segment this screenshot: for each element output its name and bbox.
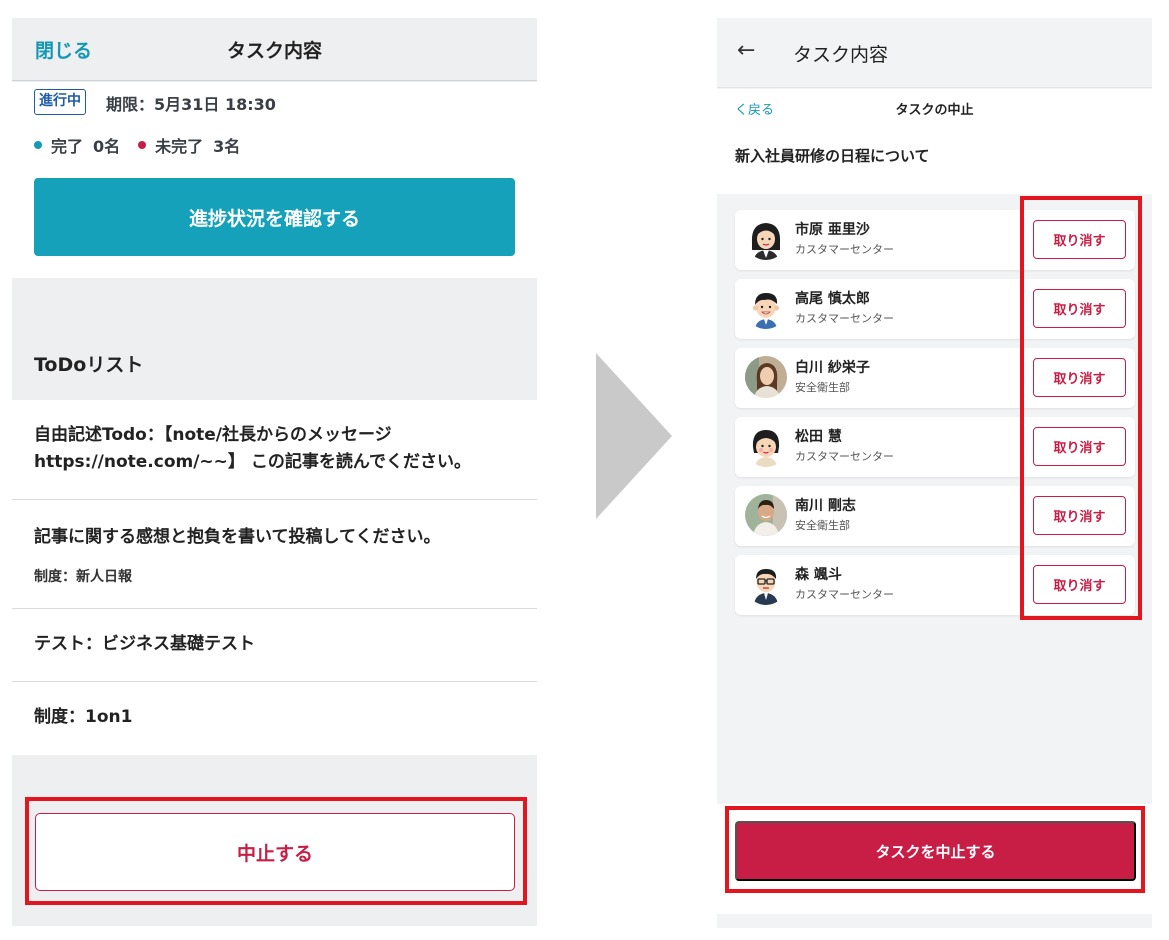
stop-button[interactable]: 中止する <box>35 813 515 891</box>
todo-item[interactable]: テスト：ビジネス基礎テスト <box>12 609 537 682</box>
undone-count: 3名 <box>213 137 241 156</box>
member-name: 松田 慧 <box>795 429 842 445</box>
undone-dot-icon <box>138 141 147 149</box>
back-arrow-icon[interactable]: ← <box>737 38 755 63</box>
member-card: 森 颯斗 カスタマーセンター 取り消す <box>735 555 1135 615</box>
woman-short-avatar-icon <box>745 425 787 467</box>
member-dept: 安全衛生部 <box>795 519 850 532</box>
member-dept: カスタマーセンター <box>795 243 894 256</box>
task-detail-screen: 閉じる タスク内容 進行中 期限：5月31日 18:30 完了 0名 未完了 3… <box>12 18 537 926</box>
back-link[interactable]: く戻る <box>735 99 774 118</box>
page-title: タスク内容 <box>226 40 322 62</box>
sub-header: タスクの中止 く戻る 新入社員研修の日程について <box>717 89 1152 194</box>
todo-section-header: ToDoリスト <box>12 280 537 400</box>
member-name: 南川 剛志 <box>795 498 856 514</box>
stop-task-button[interactable]: タスクを中止する <box>735 821 1136 881</box>
undo-button[interactable]: 取り消す <box>1033 496 1126 535</box>
woman-photo-avatar-icon <box>745 356 787 398</box>
todo-text: 自由記述Todo：【note/社長からのメッセージ <box>34 425 392 445</box>
man-photo-avatar-icon <box>745 494 787 536</box>
bottom-bar: タスクを中止する <box>717 804 1152 914</box>
header-bar: ← タスク内容 <box>717 18 1152 88</box>
man-glasses-avatar-icon <box>745 563 787 605</box>
todo-text: 制度：1on1 <box>34 707 133 727</box>
sub-title: タスクの中止 <box>895 103 974 118</box>
undo-button[interactable]: 取り消す <box>1033 289 1126 328</box>
todo-text: テスト：ビジネス基礎テスト <box>34 634 255 654</box>
member-card: 高尾 慎太郎 カスタマーセンター 取り消す <box>735 279 1135 339</box>
member-dept: 安全衛生部 <box>795 381 850 394</box>
member-name: 高尾 慎太郎 <box>795 291 870 307</box>
member-card: 南川 剛志 安全衛生部 取り消す <box>735 486 1135 546</box>
done-dot-icon <box>34 141 42 149</box>
check-progress-button[interactable]: 進捗状況を確認する <box>34 178 515 256</box>
todo-title: ToDoリスト <box>34 354 144 376</box>
deadline-text: 期限：5月31日 18:30 <box>106 95 276 114</box>
todo-item[interactable]: 自由記述Todo：【note/社長からのメッセージ https://note.c… <box>12 400 537 500</box>
member-card: 白川 紗栄子 安全衛生部 取り消す <box>735 348 1135 408</box>
member-card: 市原 亜里沙 カスタマーセンター 取り消す <box>735 210 1135 270</box>
member-dept: カスタマーセンター <box>795 450 894 463</box>
status-section: 進行中 期限：5月31日 18:30 完了 0名 未完了 3名 進捗状況を確認す… <box>12 82 537 278</box>
member-name: 市原 亜里沙 <box>795 222 870 238</box>
todo-text: https://note.com/~~】 この記事を読んでください。 <box>34 452 471 472</box>
todo-item[interactable]: 記事に関する感想と抱負を書いて投稿してください。 制度：新人日報 <box>12 500 537 609</box>
status-badge: 進行中 <box>34 89 86 115</box>
task-name: 新入社員研修の日程について <box>735 147 930 165</box>
undo-button[interactable]: 取り消す <box>1033 565 1126 604</box>
member-dept: カスタマーセンター <box>795 312 894 325</box>
member-name: 森 颯斗 <box>795 567 842 583</box>
todo-item[interactable]: 制度：1on1 <box>12 682 537 755</box>
member-list: 市原 亜里沙 カスタマーセンター 取り消す 高尾 慎太郎 カスタマーセンター 取… <box>717 194 1152 804</box>
todo-text: 記事に関する感想と抱負を書いて投稿してください。 <box>34 527 441 547</box>
cancel-area: 中止する <box>12 755 537 926</box>
member-dept: カスタマーセンター <box>795 588 894 601</box>
flow-arrow-icon <box>596 353 672 519</box>
woman-bob-avatar-icon <box>745 218 787 260</box>
man-smile-avatar-icon <box>745 287 787 329</box>
member-name: 白川 紗栄子 <box>795 360 870 376</box>
done-count: 0名 <box>93 137 121 156</box>
done-label: 完了 <box>51 137 84 156</box>
page-title: タスク内容 <box>793 44 889 66</box>
task-cancel-screen: ← タスク内容 タスクの中止 く戻る 新入社員研修の日程について 市原 亜里沙 … <box>717 18 1152 928</box>
undo-button[interactable]: 取り消す <box>1033 358 1126 397</box>
completion-counts: 完了 0名 未完了 3名 <box>34 133 240 157</box>
undo-button[interactable]: 取り消す <box>1033 427 1126 466</box>
member-card: 松田 慧 カスタマーセンター 取り消す <box>735 417 1135 477</box>
undo-button[interactable]: 取り消す <box>1033 220 1126 259</box>
header-bar: 閉じる タスク内容 <box>12 18 537 81</box>
todo-subtext: 制度：新人日報 <box>34 569 132 585</box>
undone-label: 未完了 <box>155 137 204 156</box>
